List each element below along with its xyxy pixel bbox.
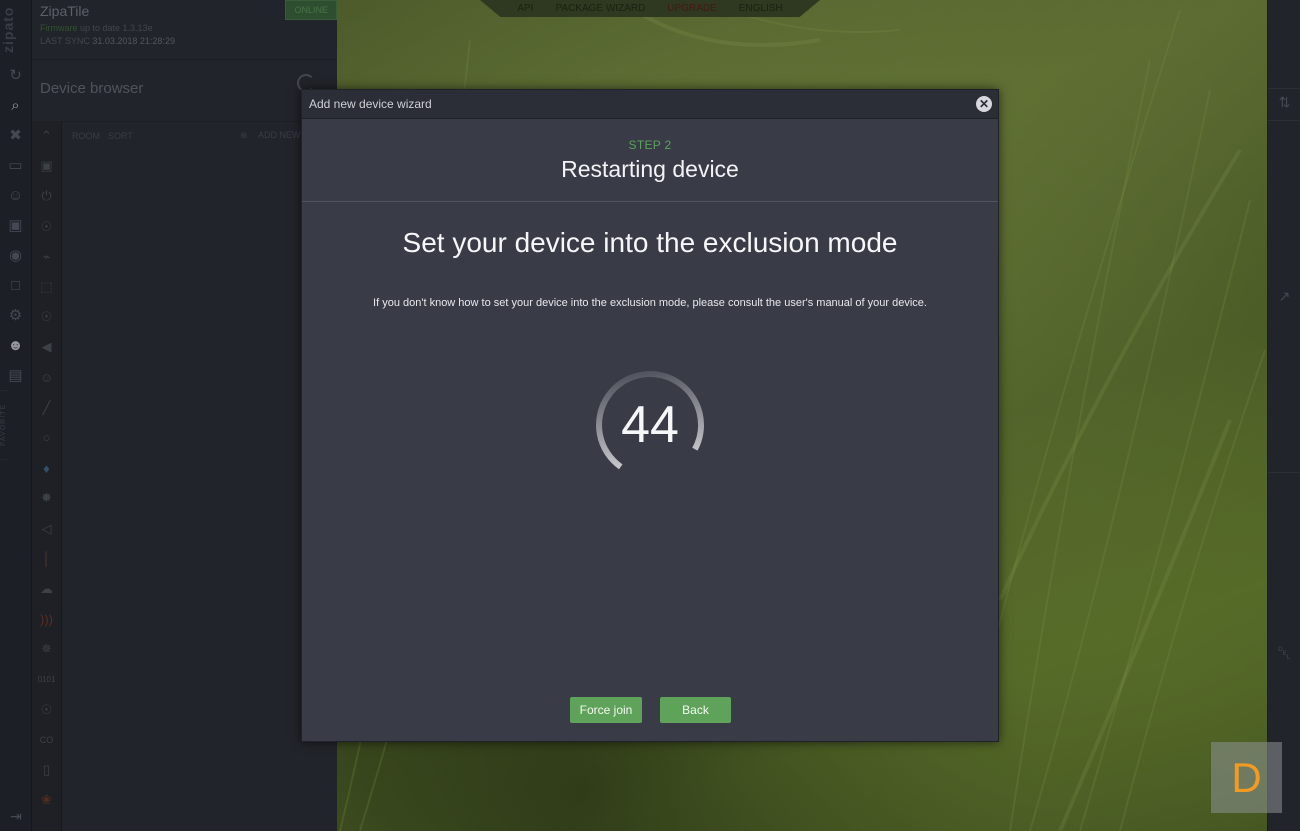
add-device-wizard-dialog: Add new device wizard ✕ STEP 2 Restartin… — [301, 89, 999, 742]
countdown-number: 44 — [621, 396, 679, 454]
watermark-logo: D — [1211, 742, 1282, 813]
instruction-help: If you don't know how to set your device… — [373, 297, 927, 309]
dialog-title: Add new device wizard — [309, 97, 432, 111]
dialog-titlebar: Add new device wizard ✕ — [302, 90, 998, 119]
step-label: STEP 2 — [628, 138, 672, 152]
divider — [302, 201, 998, 202]
instruction-headline: Set your device into the exclusion mode — [402, 227, 898, 258]
countdown-timer: 44 — [593, 368, 707, 482]
step-title: Restarting device — [561, 156, 739, 182]
force-join-button[interactable]: Force join — [570, 697, 642, 723]
back-button[interactable]: Back — [660, 697, 731, 723]
close-icon[interactable]: ✕ — [976, 96, 992, 112]
